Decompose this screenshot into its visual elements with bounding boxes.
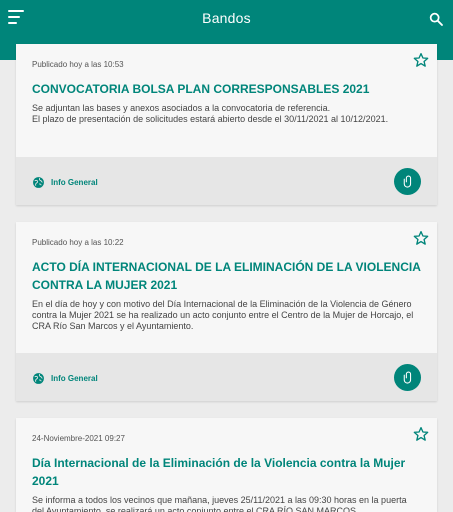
post-description: Se adjuntan las bases y anexos asociados…: [32, 103, 389, 124]
page-title: Bandos: [202, 10, 251, 26]
post-card-body: 24-Noviembre-2021 09:27 Día Internaciona…: [16, 418, 437, 512]
post-footer: Info General: [16, 353, 437, 401]
post-card[interactable]: 24-Noviembre-2021 09:27 Día Internaciona…: [16, 418, 437, 512]
category-tag[interactable]: Info General: [32, 371, 98, 385]
attachment-button[interactable]: [394, 168, 421, 195]
post-title[interactable]: ACTO DÍA INTERNACIONAL DE LA ELIMINACIÓN…: [32, 258, 421, 294]
category-label: Info General: [51, 177, 98, 187]
post-description: Se informa a todos los vecinos que mañan…: [32, 495, 407, 512]
search-icon[interactable]: [428, 11, 444, 27]
post-footer: Info General: [16, 157, 437, 205]
post-description: En el día de hoy y con motivo del Día In…: [32, 299, 414, 331]
category-tag[interactable]: Info General: [32, 175, 98, 189]
paperclip-icon: [403, 175, 411, 188]
post-card[interactable]: Publicado hoy a las 10:53 CONVOCATORIA B…: [16, 44, 437, 205]
star-outline-icon[interactable]: [413, 426, 429, 442]
star-outline-icon[interactable]: [413, 52, 429, 68]
post-date: Publicado hoy a las 10:53: [32, 60, 124, 69]
post-title[interactable]: Día Internacional de la Eliminación de l…: [32, 454, 421, 490]
post-card[interactable]: Publicado hoy a las 10:22 ACTO DÍA INTER…: [16, 222, 437, 401]
post-card-body: Publicado hoy a las 10:53 CONVOCATORIA B…: [16, 44, 437, 125]
globe-icon: [33, 176, 44, 188]
post-title[interactable]: CONVOCATORIA BOLSA PLAN CORRESPONSABLES …: [32, 80, 421, 98]
attachment-button[interactable]: [394, 364, 421, 391]
post-date: Publicado hoy a las 10:22: [32, 238, 124, 247]
globe-icon: [33, 372, 44, 384]
category-label: Info General: [51, 373, 98, 383]
app-bar: Bandos: [0, 0, 453, 38]
star-outline-icon[interactable]: [413, 230, 429, 246]
paperclip-icon: [403, 371, 411, 384]
post-date: 24-Noviembre-2021 09:27: [32, 434, 125, 443]
post-card-body: Publicado hoy a las 10:22 ACTO DÍA INTER…: [16, 222, 437, 332]
